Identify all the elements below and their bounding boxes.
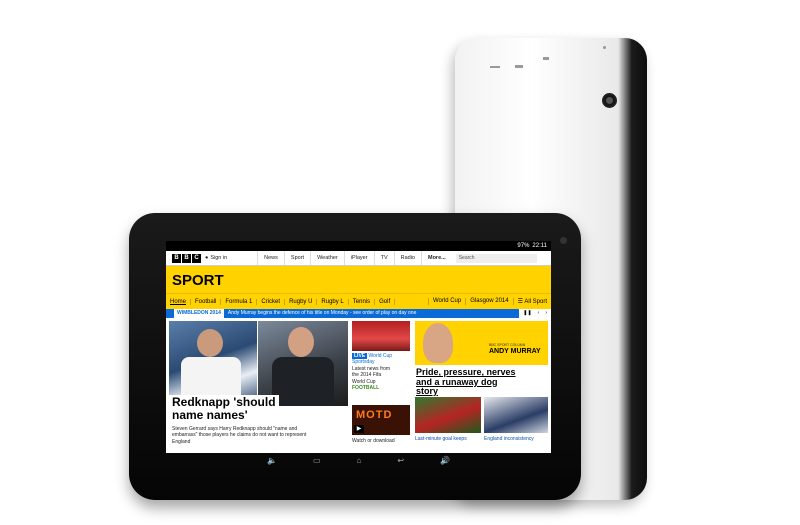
back-icon[interactable]: ↩ — [397, 456, 404, 465]
main-story-photo-left[interactable] — [169, 321, 257, 406]
ticker-label: WIMBLEDON 2014 — [174, 309, 224, 318]
sport-nav: Home Football Formula 1 Cricket Rugby U … — [166, 293, 551, 309]
rear-camera-icon — [602, 93, 617, 108]
recent-apps-icon[interactable]: ▭ — [313, 456, 321, 465]
ticker-controls: ❚❚ ‹ › — [519, 309, 551, 318]
logo-letter: C — [192, 253, 201, 263]
goal-photo[interactable] — [415, 397, 481, 433]
manager-face — [288, 327, 314, 357]
signin-link[interactable]: ● Sign in — [205, 255, 227, 261]
port-icon — [515, 65, 523, 68]
logo-letter: B — [172, 253, 181, 263]
tablet-screen: 97% 22:11 B B C ● Sign in News Sport Wea… — [166, 241, 551, 453]
nav-sport[interactable]: Sport — [283, 251, 310, 265]
live-title-1: World Cup — [368, 353, 393, 359]
sport-nav-world-cup[interactable]: World Cup — [428, 298, 467, 305]
column-label: BBC SPORT COLUMN — [489, 343, 526, 347]
section-title: SPORT — [166, 266, 551, 293]
sport-nav-football[interactable]: Football — [191, 298, 222, 305]
android-nav-bar: 🔈 ▭ ⌂ ↩ 🔊 — [166, 453, 551, 467]
content-area: Redknapp 'should name names' Steven Gerr… — [166, 318, 551, 453]
play-icon: ▶ — [354, 425, 364, 433]
home-icon[interactable]: ⌂ — [357, 456, 362, 465]
sport-nav-formula1[interactable]: Formula 1 — [221, 298, 258, 305]
all-sport-label: All Sport — [524, 299, 547, 305]
sport-nav-tennis[interactable]: Tennis — [349, 298, 376, 305]
bottom-story-1[interactable]: Last-minute goal keeps — [415, 436, 467, 442]
clock: 22:11 — [532, 243, 547, 249]
sport-nav-all-sport[interactable]: ☰ All Sport — [514, 298, 551, 305]
news-ticker[interactable]: WIMBLEDON 2014 Andy Murray begins the de… — [166, 309, 551, 318]
signin-label: Sign in — [210, 255, 228, 261]
motd-text[interactable]: Watch or download — [352, 438, 395, 444]
player-face — [197, 329, 223, 357]
main-summary-line3: England — [172, 438, 191, 445]
sport-nav-golf[interactable]: Golf — [375, 298, 396, 305]
nav-tv[interactable]: TV — [373, 251, 394, 265]
bbc-logo[interactable]: B B C — [172, 253, 201, 263]
main-headline-line2: name names' — [172, 408, 248, 422]
motd-logo: MOTD — [356, 409, 393, 421]
pause-icon[interactable]: ❚❚ — [523, 309, 531, 318]
sport-nav-glasgow[interactable]: Glasgow 2014 — [466, 298, 514, 305]
front-camera-icon — [560, 237, 567, 244]
search-input[interactable]: Search — [455, 253, 537, 263]
bbc-top-nav: B B C ● Sign in News Sport Weather iPlay… — [166, 251, 551, 266]
murray-headline-line3: story — [416, 386, 439, 396]
manager-coat — [272, 357, 334, 406]
port-icon — [543, 57, 549, 60]
volume-up-icon[interactable]: 🔊 — [440, 456, 450, 465]
nav-more[interactable]: More... — [420, 251, 452, 265]
column-name: ANDY MURRAY — [489, 348, 541, 355]
world-cup-photo[interactable] — [352, 321, 410, 351]
user-icon: ● — [205, 255, 209, 261]
main-headline[interactable]: Redknapp 'should name names' — [169, 395, 279, 423]
prev-icon[interactable]: ‹ — [538, 309, 540, 318]
live-badge: LIVE — [352, 353, 368, 359]
live-tag: FOOTBALL — [352, 385, 380, 392]
battery-text: 97% — [517, 243, 530, 249]
motd-thumbnail[interactable]: MOTD ▶ — [352, 405, 410, 435]
nav-news[interactable]: News — [257, 251, 284, 265]
england-photo[interactable] — [484, 397, 548, 433]
main-story-photo-right[interactable] — [258, 321, 348, 406]
logo-letter: B — [182, 253, 191, 263]
murray-headline[interactable]: Pride, pressure, nerves and a runaway do… — [416, 367, 516, 397]
nav-radio[interactable]: Radio — [393, 251, 421, 265]
port-icon — [603, 46, 606, 49]
volume-down-icon[interactable]: 🔈 — [267, 456, 277, 465]
port-icon — [490, 66, 500, 68]
next-icon[interactable]: › — [545, 309, 547, 318]
sport-nav-rugby-union[interactable]: Rugby U — [285, 298, 318, 305]
sport-nav-home[interactable]: Home — [166, 298, 192, 305]
sport-nav-cricket[interactable]: Cricket — [257, 298, 286, 305]
murray-face — [423, 323, 453, 363]
status-bar: 97% 22:11 — [166, 241, 551, 251]
live-story[interactable]: LIVE World Cup Sportsday Latest news fro… — [352, 353, 412, 391]
bottom-story-2[interactable]: England inconsistency — [484, 436, 534, 442]
sport-nav-rugby-league[interactable]: Rugby L — [317, 298, 349, 305]
main-summary: Steven Gerrard says Harry Redknapp shoul… — [172, 426, 350, 445]
ticker-text: Andy Murray begins the defence of his ti… — [227, 310, 417, 316]
nav-iplayer[interactable]: iPlayer — [343, 251, 374, 265]
murray-column-banner[interactable]: BBC SPORT COLUMN ANDY MURRAY — [415, 321, 548, 365]
nav-weather[interactable]: Weather — [310, 251, 344, 265]
